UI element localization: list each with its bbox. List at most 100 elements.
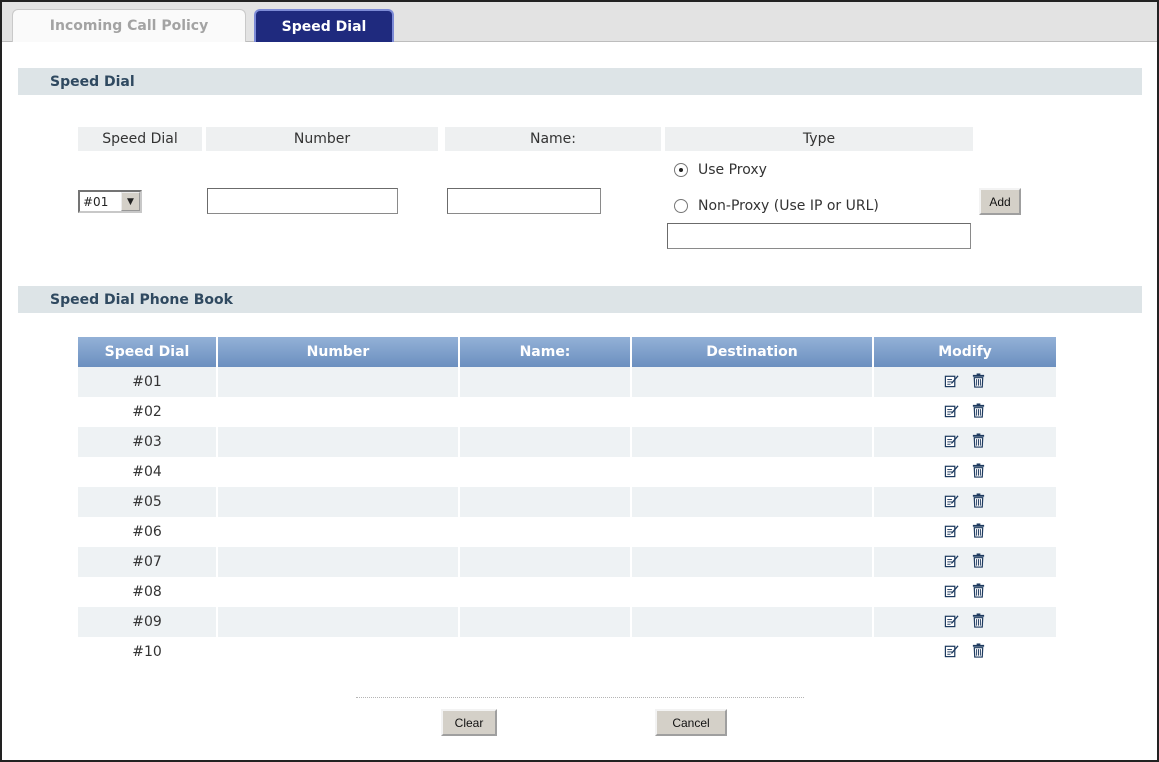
cell-destination xyxy=(632,547,874,577)
table-header-row: Speed Dial Number Name: Destination Modi… xyxy=(78,337,1056,367)
cell-destination xyxy=(632,577,874,607)
cell-destination xyxy=(632,487,874,517)
cell-name xyxy=(460,367,632,397)
cell-name xyxy=(460,607,632,637)
column-header-speed-dial: Speed Dial xyxy=(78,337,218,367)
cell-speed-dial: #07 xyxy=(78,547,218,577)
table-row: #10 xyxy=(78,637,1056,667)
cell-number xyxy=(218,637,460,667)
table-row: #03 xyxy=(78,427,1056,457)
cell-modify xyxy=(874,577,1056,607)
cell-speed-dial: #09 xyxy=(78,607,218,637)
trash-icon[interactable] xyxy=(971,522,986,542)
edit-icon[interactable] xyxy=(944,433,959,452)
cell-destination xyxy=(632,427,874,457)
cell-destination xyxy=(632,517,874,547)
trash-icon[interactable] xyxy=(971,372,986,392)
divider xyxy=(356,697,804,698)
edit-icon[interactable] xyxy=(944,583,959,602)
edit-icon[interactable] xyxy=(944,373,959,392)
cell-speed-dial: #08 xyxy=(78,577,218,607)
cell-destination xyxy=(632,607,874,637)
use-proxy-option[interactable]: Use Proxy xyxy=(674,162,767,178)
column-header-name: Name: xyxy=(460,337,632,367)
speed-dial-section-title: Speed Dial xyxy=(18,68,1142,95)
trash-icon[interactable] xyxy=(971,582,986,602)
non-proxy-option[interactable]: Non-Proxy (Use IP or URL) xyxy=(674,198,879,214)
cell-name xyxy=(460,487,632,517)
edit-icon[interactable] xyxy=(944,403,959,422)
trash-icon[interactable] xyxy=(971,612,986,632)
header-number: Number xyxy=(206,127,438,151)
table-row: #08 xyxy=(78,577,1056,607)
cell-modify xyxy=(874,517,1056,547)
edit-icon[interactable] xyxy=(944,643,959,662)
cell-modify xyxy=(874,427,1056,457)
tab-speed-dial[interactable]: Speed Dial xyxy=(254,9,394,42)
cell-modify xyxy=(874,367,1056,397)
cell-destination xyxy=(632,367,874,397)
edit-icon[interactable] xyxy=(944,553,959,572)
use-proxy-label: Use Proxy xyxy=(698,162,767,178)
use-proxy-radio[interactable] xyxy=(674,163,688,177)
tab-incoming-call-policy[interactable]: Incoming Call Policy xyxy=(12,9,246,42)
cell-speed-dial: #05 xyxy=(78,487,218,517)
cell-name xyxy=(460,637,632,667)
trash-icon[interactable] xyxy=(971,642,986,662)
phone-book-section-title: Speed Dial Phone Book xyxy=(18,286,1142,313)
cell-modify xyxy=(874,397,1056,427)
column-header-number: Number xyxy=(218,337,460,367)
cancel-button[interactable]: Cancel xyxy=(655,709,727,736)
cell-name xyxy=(460,547,632,577)
cell-speed-dial: #03 xyxy=(78,427,218,457)
table-row: #01 xyxy=(78,367,1056,397)
non-proxy-radio[interactable] xyxy=(674,199,688,213)
column-header-modify: Modify xyxy=(874,337,1056,367)
cell-name xyxy=(460,577,632,607)
non-proxy-label: Non-Proxy (Use IP or URL) xyxy=(698,198,879,214)
tab-bar: Incoming Call Policy Speed Dial xyxy=(2,2,1157,42)
clear-button[interactable]: Clear xyxy=(441,709,497,736)
table-row: #09 xyxy=(78,607,1056,637)
cell-number xyxy=(218,457,460,487)
cell-number xyxy=(218,577,460,607)
name-input[interactable] xyxy=(447,188,601,214)
speed-dial-select-value: #01 xyxy=(83,194,109,209)
cell-name xyxy=(460,427,632,457)
edit-icon[interactable] xyxy=(944,463,959,482)
chevron-down-icon[interactable]: ▼ xyxy=(121,192,140,211)
speed-dial-select[interactable]: #01 ▼ xyxy=(78,190,142,213)
trash-icon[interactable] xyxy=(971,432,986,452)
trash-icon[interactable] xyxy=(971,552,986,572)
column-header-destination: Destination xyxy=(632,337,874,367)
header-name: Name: xyxy=(445,127,661,151)
trash-icon[interactable] xyxy=(971,402,986,422)
trash-icon[interactable] xyxy=(971,462,986,482)
add-button[interactable]: Add xyxy=(979,188,1021,215)
edit-icon[interactable] xyxy=(944,613,959,632)
cell-destination xyxy=(632,397,874,427)
cell-speed-dial: #06 xyxy=(78,517,218,547)
cell-name xyxy=(460,517,632,547)
edit-icon[interactable] xyxy=(944,523,959,542)
number-input[interactable] xyxy=(207,188,398,214)
edit-icon[interactable] xyxy=(944,493,959,512)
trash-icon[interactable] xyxy=(971,492,986,512)
phone-book-table: Speed Dial Number Name: Destination Modi… xyxy=(78,337,1056,667)
cell-number xyxy=(218,547,460,577)
cell-speed-dial: #01 xyxy=(78,367,218,397)
non-proxy-address-input[interactable] xyxy=(667,223,971,249)
cell-number xyxy=(218,397,460,427)
table-row: #07 xyxy=(78,547,1056,577)
cell-speed-dial: #02 xyxy=(78,397,218,427)
table-row: #06 xyxy=(78,517,1056,547)
header-type: Type xyxy=(665,127,973,151)
header-speed-dial: Speed Dial xyxy=(78,127,202,151)
cell-modify xyxy=(874,607,1056,637)
cell-number xyxy=(218,427,460,457)
cell-modify xyxy=(874,637,1056,667)
cell-destination xyxy=(632,637,874,667)
cell-modify xyxy=(874,487,1056,517)
cell-name xyxy=(460,397,632,427)
table-row: #04 xyxy=(78,457,1056,487)
